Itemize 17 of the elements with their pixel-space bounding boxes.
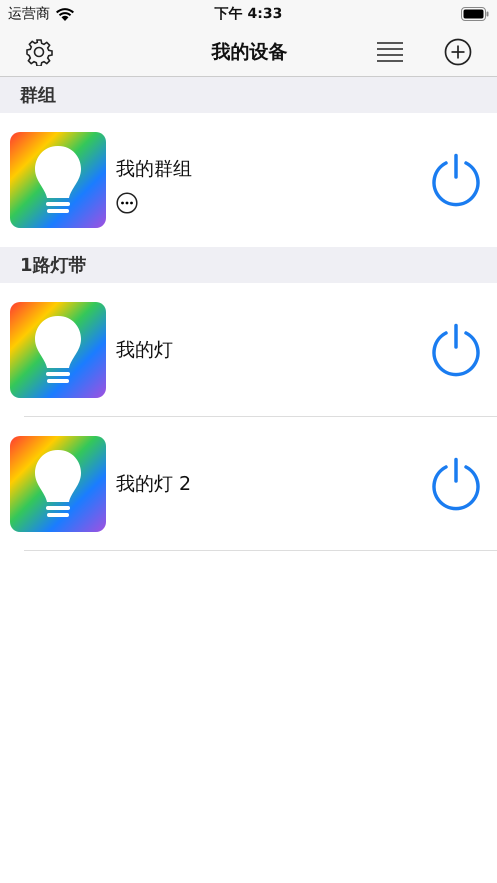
battery-icon: [461, 7, 489, 21]
bulb-icon: [10, 132, 106, 228]
bulb-icon: [10, 436, 106, 532]
add-icon[interactable]: [444, 38, 472, 66]
wifi-icon: [56, 8, 74, 20]
bulb-icon: [10, 302, 106, 398]
status-time: 下午 4:33: [214, 5, 282, 23]
section-header: 1路灯带: [20, 254, 87, 277]
section-header: 群组: [20, 84, 56, 107]
settings-icon[interactable]: [25, 38, 53, 66]
device-name: 我的群组: [116, 157, 192, 182]
carrier-name: 运营商: [8, 5, 50, 23]
device-name: 我的灯: [116, 338, 173, 363]
nav-title: 我的设备: [210, 40, 288, 65]
list-icon[interactable]: [376, 41, 404, 63]
device-name: 我的灯 2: [116, 472, 192, 497]
more-icon[interactable]: [116, 192, 138, 214]
